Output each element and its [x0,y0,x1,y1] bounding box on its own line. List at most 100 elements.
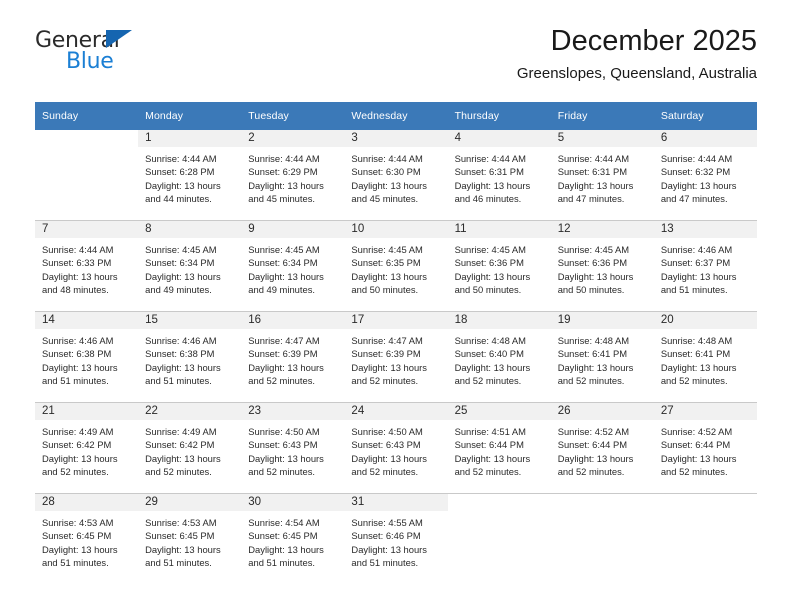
day-cell-inner: 12 Sunrise: 4:45 AM Sunset: 6:36 PM Dayligh… [550,221,654,311]
calendar-day-cell[interactable]: 21 Sunrise: 4:49 AM Sunset: 6:42 PM Dayligh… [35,402,139,494]
calendar-day-cell[interactable]: 18 Sunrise: 4:48 AM Sunset: 6:40 PM Dayligh… [447,311,551,403]
calendar-day-cell[interactable]: 24 Sunrise: 4:50 AM Sunset: 6:43 PM Dayligh… [344,402,448,494]
day-cell-inner: 8 Sunrise: 4:45 AM Sunset: 6:34 PM Daylight… [138,221,242,311]
calendar-day-cell[interactable]: 25 Sunrise: 4:51 AM Sunset: 6:44 PM Dayligh… [447,402,551,494]
detail-daylight-l1: Daylight: 13 hours [42,270,118,282]
day-cell-inner: 6 Sunrise: 4:44 AM Sunset: 6:32 PM Daylight… [653,130,757,220]
detail-daylight-l2: and 50 minutes. [454,284,522,296]
calendar-day-cell[interactable]: 5 Sunrise: 4:44 AM Sunset: 6:31 PM Daylight… [550,130,654,221]
calendar-day-cell[interactable]: 17 Sunrise: 4:47 AM Sunset: 6:39 PM Dayligh… [344,311,448,403]
day-number: 26 [550,403,654,420]
calendar-day-cell[interactable]: 10 Sunrise: 4:45 AM Sunset: 6:35 PM Dayligh… [344,220,448,312]
detail-daylight-l2: and 49 minutes. [145,284,212,296]
detail-sunrise: Sunrise: 4:45 AM [248,244,320,255]
day-details: Sunrise: 4:53 AM Sunset: 6:45 PM Daylight:… [138,511,241,570]
logo-text-blue: Blue [66,49,114,74]
calendar-page: General Blue December 2025 Greenslopes, … [0,0,792,612]
detail-sunrise: Sunrise: 4:45 AM [454,244,526,255]
detail-sunrise: Sunrise: 4:47 AM [351,335,423,346]
day-cell-inner: 13 Sunrise: 4:46 AM Sunset: 6:37 PM Dayligh… [653,221,757,311]
day-details: Sunrise: 4:44 AM Sunset: 6:31 PM Daylight:… [448,147,551,206]
detail-daylight-l1: Daylight: 13 hours [248,543,324,555]
detail-daylight-l1: Daylight: 13 hours [42,543,118,555]
day-cell-inner: 20 Sunrise: 4:48 AM Sunset: 6:41 PM Dayligh… [653,312,757,402]
day-number: 17 [344,312,448,329]
detail-daylight-l1: Daylight: 13 hours [660,179,737,191]
day-cell-inner: 22 Sunrise: 4:49 AM Sunset: 6:42 PM Dayligh… [138,403,242,493]
detail-daylight-l2: and 50 minutes. [557,284,625,296]
calendar-day-cell[interactable]: 22 Sunrise: 4:49 AM Sunset: 6:42 PM Dayligh… [138,402,242,494]
day-cell-inner: 19 Sunrise: 4:48 AM Sunset: 6:41 PM Dayligh… [550,312,654,402]
calendar-day-cell-empty [447,493,551,584]
calendar-day-cell[interactable]: 12 Sunrise: 4:45 AM Sunset: 6:36 PM Dayligh… [550,220,654,312]
detail-sunset: Sunset: 6:41 PM [660,348,731,360]
day-cell-inner [35,130,138,220]
day-number: 6 [653,130,757,147]
calendar-day-cell[interactable]: 9 Sunrise: 4:45 AM Sunset: 6:34 PM Daylight… [241,220,345,312]
day-cell-inner: 16 Sunrise: 4:47 AM Sunset: 6:39 PM Dayligh… [241,312,345,402]
detail-daylight-l1: Daylight: 13 hours [145,270,221,282]
detail-sunset: Sunset: 6:37 PM [660,257,731,269]
detail-sunset: Sunset: 6:46 PM [351,530,421,542]
calendar-day-cell[interactable]: 28 Sunrise: 4:53 AM Sunset: 6:45 PM Dayligh… [35,493,139,584]
detail-daylight-l1: Daylight: 13 hours [248,361,324,373]
weekday-header-monday: Monday [138,102,242,130]
weekday-header-sunday: Sunday [35,102,139,130]
detail-daylight-l2: and 51 minutes. [145,557,212,569]
day-cell-inner: 27 Sunrise: 4:52 AM Sunset: 6:44 PM Dayligh… [653,403,757,493]
day-number: 5 [550,130,654,147]
calendar-day-cell[interactable]: 20 Sunrise: 4:48 AM Sunset: 6:41 PM Dayligh… [653,311,757,403]
calendar-week-row: 28 Sunrise: 4:53 AM Sunset: 6:45 PM Dayligh… [35,493,757,584]
calendar-day-cell[interactable]: 31 Sunrise: 4:55 AM Sunset: 6:46 PM Dayligh… [344,493,448,584]
detail-sunset: Sunset: 6:31 PM [454,166,524,178]
calendar-day-cell[interactable]: 16 Sunrise: 4:47 AM Sunset: 6:39 PM Dayligh… [241,311,345,403]
calendar-day-cell[interactable]: 13 Sunrise: 4:46 AM Sunset: 6:37 PM Dayligh… [653,220,757,312]
day-cell-inner: 1 Sunrise: 4:44 AM Sunset: 6:28 PM Daylight… [138,130,242,220]
calendar-day-cell[interactable]: 30 Sunrise: 4:54 AM Sunset: 6:45 PM Dayligh… [241,493,345,584]
detail-sunset: Sunset: 6:45 PM [42,530,112,542]
calendar-day-cell[interactable]: 2 Sunrise: 4:44 AM Sunset: 6:29 PM Daylight… [241,130,345,221]
day-number [654,494,757,511]
calendar-day-cell[interactable]: 19 Sunrise: 4:48 AM Sunset: 6:41 PM Dayligh… [550,311,654,403]
calendar-day-cell[interactable]: 23 Sunrise: 4:50 AM Sunset: 6:43 PM Dayligh… [241,402,345,494]
calendar-day-cell[interactable]: 29 Sunrise: 4:53 AM Sunset: 6:45 PM Dayligh… [138,493,242,584]
calendar-day-cell[interactable]: 7 Sunrise: 4:44 AM Sunset: 6:33 PM Daylight… [35,220,139,312]
detail-daylight-l2: and 47 minutes. [660,193,728,205]
day-details: Sunrise: 4:53 AM Sunset: 6:45 PM Daylight:… [35,511,138,570]
calendar-day-cell[interactable]: 14 Sunrise: 4:46 AM Sunset: 6:38 PM Dayligh… [35,311,139,403]
calendar-day-cell[interactable]: 4 Sunrise: 4:44 AM Sunset: 6:31 PM Daylight… [447,130,551,221]
day-number: 1 [138,130,242,147]
day-cell-inner: 4 Sunrise: 4:44 AM Sunset: 6:31 PM Daylight… [447,130,551,220]
calendar-day-cell[interactable]: 1 Sunrise: 4:44 AM Sunset: 6:28 PM Daylight… [138,130,242,221]
day-cell-inner [551,494,654,584]
detail-daylight-l1: Daylight: 13 hours [454,179,531,191]
day-cell-inner: 9 Sunrise: 4:45 AM Sunset: 6:34 PM Daylight… [241,221,345,311]
calendar-day-cell[interactable]: 3 Sunrise: 4:44 AM Sunset: 6:30 PM Daylight… [344,130,448,221]
calendar-day-cell[interactable]: 26 Sunrise: 4:52 AM Sunset: 6:44 PM Dayligh… [550,402,654,494]
calendar-day-cell[interactable]: 27 Sunrise: 4:52 AM Sunset: 6:44 PM Dayligh… [653,402,757,494]
day-number: 29 [138,494,242,511]
page-header: General Blue December 2025 Greenslopes, … [35,0,757,94]
calendar-day-cell[interactable]: 8 Sunrise: 4:45 AM Sunset: 6:34 PM Daylight… [138,220,242,312]
detail-sunset: Sunset: 6:39 PM [248,348,318,360]
detail-sunset: Sunset: 6:44 PM [557,439,628,451]
page-title: December 2025 [550,25,757,57]
calendar-day-cell[interactable]: 6 Sunrise: 4:44 AM Sunset: 6:32 PM Daylight… [653,130,757,221]
detail-daylight-l1: Daylight: 13 hours [454,361,531,373]
detail-sunrise: Sunrise: 4:52 AM [557,426,630,437]
day-cell-inner: 29 Sunrise: 4:53 AM Sunset: 6:45 PM Dayligh… [138,494,242,584]
weekday-headers: Sunday Monday Tuesday Wednesday Thursday Frid… [35,102,757,130]
calendar-day-cell[interactable]: 15 Sunrise: 4:46 AM Sunset: 6:38 PM Dayligh… [138,311,242,403]
calendar-day-cell[interactable]: 11 Sunrise: 4:45 AM Sunset: 6:36 PM Dayligh… [447,220,551,312]
calendar-body: 1 Sunrise: 4:44 AM Sunset: 6:28 PM Daylight… [35,130,757,584]
day-details: Sunrise: 4:44 AM Sunset: 6:32 PM Daylight:… [654,147,757,206]
detail-sunrise: Sunrise: 4:49 AM [145,426,217,437]
calendar-day-cell-empty [35,130,138,221]
detail-sunset: Sunset: 6:34 PM [145,257,215,269]
detail-daylight-l2: and 51 minutes. [660,284,728,296]
day-cell-inner: 15 Sunrise: 4:46 AM Sunset: 6:38 PM Dayligh… [138,312,242,402]
weekday-header-thursday: Thursday [447,102,551,130]
detail-daylight-l2: and 52 minutes. [351,466,419,478]
day-details: Sunrise: 4:45 AM Sunset: 6:36 PM Daylight:… [448,238,551,297]
calendar-day-cell-empty [550,493,654,584]
